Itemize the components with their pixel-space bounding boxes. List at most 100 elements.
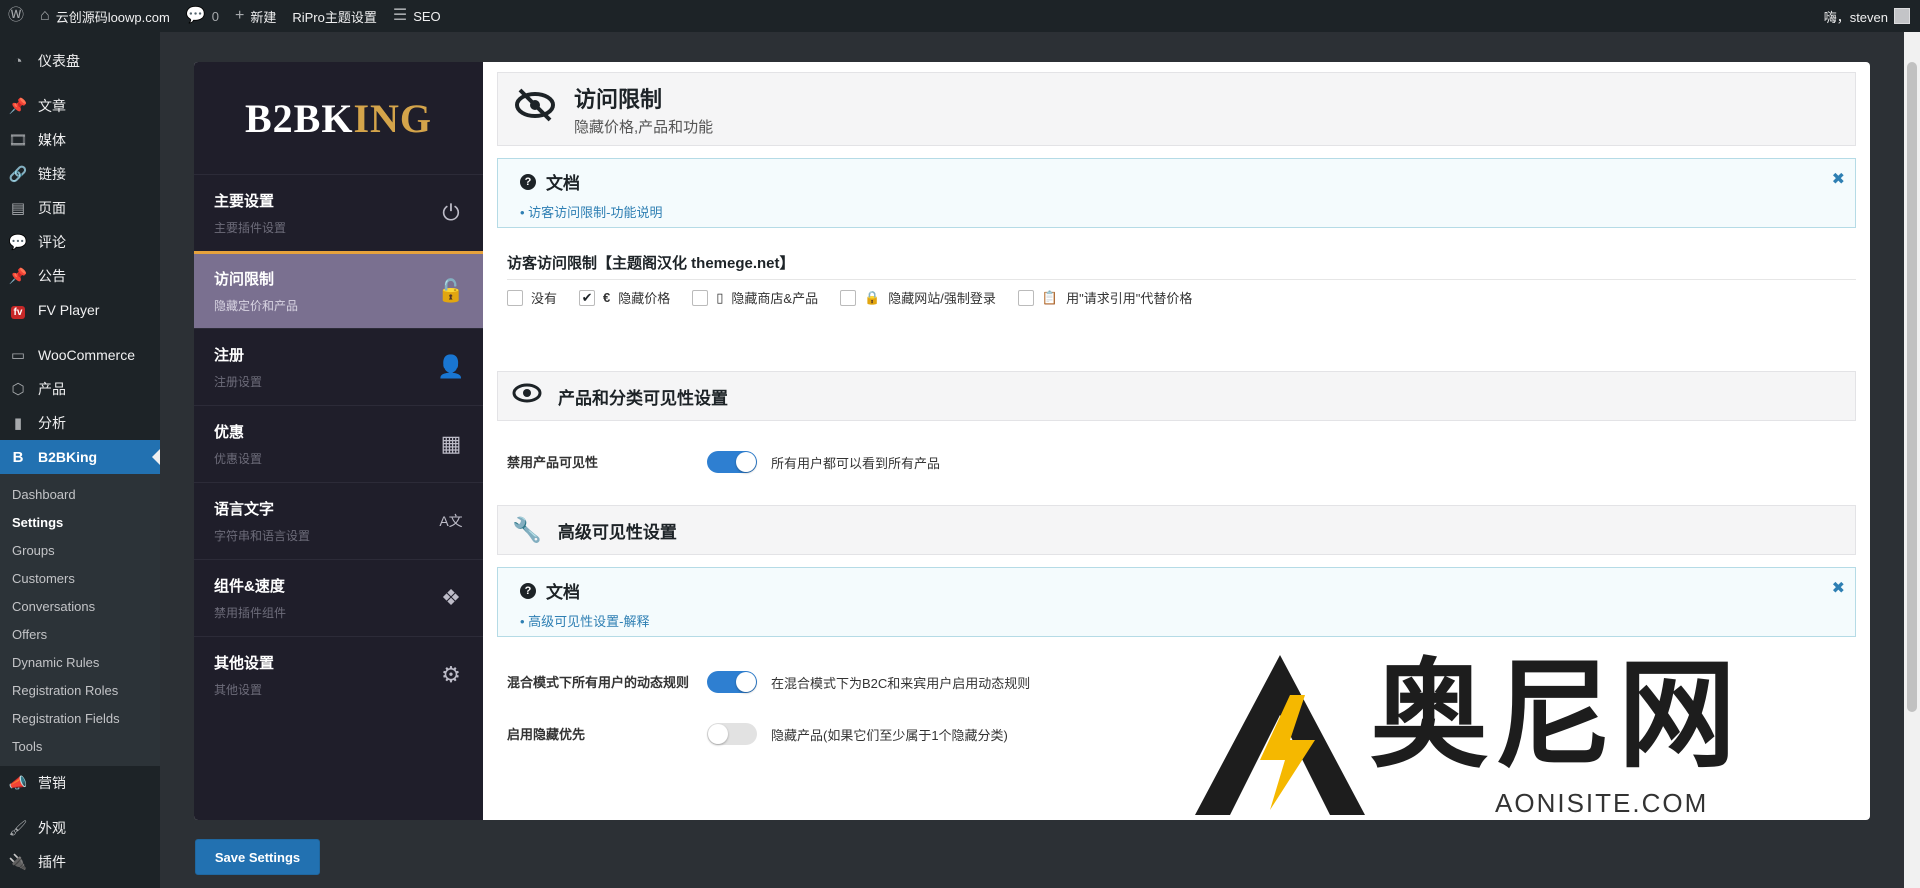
menu-plugins[interactable]: 🔌 插件 [0, 845, 160, 879]
menu-marketing[interactable]: 📣 营销 [0, 766, 160, 800]
submenu-groups[interactable]: Groups [0, 536, 160, 564]
menu-posts[interactable]: 📌 文章 [0, 89, 160, 123]
nav-title: 访问限制 [214, 271, 275, 288]
option-hide-shop[interactable]: ▯ 隐藏商店&产品 [692, 288, 818, 307]
checkbox[interactable]: ✔ [579, 289, 596, 306]
nav-offers[interactable]: 优惠 优惠设置 ▦ [194, 405, 483, 482]
menu-b2bking[interactable]: B B2BKing [0, 440, 160, 474]
nav-subtitle: 字符串和语言设置 [214, 529, 311, 543]
cubes-icon: ❖ [441, 585, 461, 610]
submenu-customers[interactable]: Customers [0, 564, 160, 592]
menu-comments[interactable]: 💬 评论 [0, 225, 160, 259]
user-plus-icon: 👤 [437, 354, 465, 379]
submenu-registration-fields[interactable]: Registration Fields [0, 704, 160, 732]
ripro-settings-link[interactable]: RiPro主题设置 [284, 0, 385, 32]
nav-main-settings[interactable]: 主要设置 主要插件设置 ⏻ [194, 174, 483, 251]
doc-link[interactable]: • 高级可见性设置-解释 [520, 611, 1833, 630]
menu-products[interactable]: ⬡ 产品 [0, 372, 160, 406]
submenu-offers[interactable]: Offers [0, 620, 160, 648]
hybrid-dynamic-rules-row: 混合模式下所有用户的动态规则 在混合模式下为B2C和来宾用户启用动态规则 [497, 671, 1856, 693]
link-icon: 🔗 [8, 166, 28, 183]
checkbox[interactable] [507, 289, 523, 306]
b2bking-submenu: Dashboard Settings Groups Customers Conv… [0, 474, 160, 766]
euro-icon: € [603, 290, 611, 305]
doc-title: 文档 [546, 583, 580, 602]
doc-link[interactable]: • 访客访问限制-功能说明 [520, 202, 1833, 221]
product-icon: ⬡ [11, 381, 25, 398]
close-icon[interactable]: ✖ [1832, 578, 1845, 598]
nav-subtitle: 隐藏定价和产品 [214, 299, 299, 313]
new-content-link[interactable]: + 新建 [227, 0, 284, 32]
option-label: 禁用产品可见性 [507, 454, 599, 470]
b2bking-sidebar: B2BK ING 主要设置 主要插件设置 ⏻ 访问限制 隐藏定价和产品 🔓 注册 注册设… [194, 62, 483, 820]
box-icon: ▦ [440, 431, 462, 456]
hybrid-dynamic-rules-toggle[interactable] [707, 671, 757, 693]
menu-label: 媒体 [38, 132, 66, 148]
option-none[interactable]: 没有 [507, 288, 557, 307]
menu-label: 页面 [38, 200, 66, 216]
user-account-menu[interactable]: 嗨，steven [1816, 0, 1920, 32]
wrench-icon: 🔧 [512, 516, 542, 544]
settings-content: 访问限制 隐藏价格,产品和功能 ? 文档 • 访客访问限制-功能说明 ✖ 访客访问… [483, 62, 1870, 820]
option-description: 隐藏产品(如果它们至少属于1个隐藏分类) [771, 727, 1008, 743]
seo-link[interactable]: ☰ SEO [385, 0, 449, 32]
section-title: 产品和分类可见性设置 [558, 388, 728, 408]
checkbox[interactable] [1017, 289, 1034, 306]
gear-icon: ⚙ [441, 662, 461, 687]
menu-label: 外观 [38, 820, 66, 836]
page-icon: ▤ [10, 200, 26, 217]
menu-woocommerce[interactable]: ▭ WooCommerce [0, 338, 160, 372]
documentation-box-2: ? 文档 • 高级可见性设置-解释 ✖ [497, 567, 1856, 637]
submenu-dashboard[interactable]: Dashboard [0, 480, 160, 508]
nav-title: 主要设置 [214, 193, 275, 210]
menu-dashboard[interactable]: ◔ 仪表盘 [0, 44, 160, 78]
section-title: 高级可见性设置 [557, 522, 677, 542]
site-name: 云创源码loowp.com [55, 9, 170, 25]
option-label: 混合模式下所有用户的动态规则 [507, 674, 690, 690]
new-label: 新建 [250, 9, 277, 25]
nav-subtitle: 注册设置 [214, 375, 263, 389]
logo-main: B2BK [244, 95, 354, 141]
nav-components[interactable]: 组件&速度 禁用插件组件 ❖ [194, 559, 483, 636]
save-settings-button[interactable]: Save Settings [195, 839, 320, 875]
nav-access-restriction[interactable]: 访问限制 隐藏定价和产品 🔓 [194, 251, 483, 328]
menu-label: WooCommerce [38, 347, 135, 363]
checkbox[interactable] [692, 289, 709, 306]
close-icon[interactable]: ✖ [1832, 169, 1845, 189]
disable-visibility-toggle[interactable] [707, 451, 757, 473]
scrollbar-thumb[interactable] [1907, 62, 1917, 712]
submenu-registration-roles[interactable]: Registration Roles [0, 676, 160, 704]
menu-pages[interactable]: ▤ 页面 [0, 191, 160, 225]
eye-icon [512, 382, 542, 410]
woo-icon: ▭ [10, 347, 26, 364]
submenu-dynamic-rules[interactable]: Dynamic Rules [0, 648, 160, 676]
submenu-conversations[interactable]: Conversations [0, 592, 160, 620]
nav-other-settings[interactable]: 其他设置 其他设置 ⚙ [194, 636, 483, 713]
menu-label: 链接 [38, 166, 66, 182]
option-hide-prices[interactable]: ✔ € 隐藏价格 [579, 288, 670, 307]
menu-links[interactable]: 🔗 链接 [0, 157, 160, 191]
b2bking-logo: B2BK ING [194, 62, 483, 174]
nav-registration[interactable]: 注册 注册设置 👤 [194, 328, 483, 405]
hidden-priority-toggle[interactable] [707, 723, 757, 745]
page-scrollbar[interactable] [1904, 32, 1920, 888]
site-name-link[interactable]: ⌂ 云创源码loowp.com [32, 0, 178, 32]
question-icon: ? [520, 582, 536, 599]
nav-language[interactable]: 语言文字 字符串和语言设置 A文 [194, 482, 483, 559]
submenu-settings[interactable]: Settings [0, 508, 160, 536]
option-hide-website[interactable]: 🔒 隐藏网站/强制登录 [840, 288, 996, 307]
submenu-tools[interactable]: Tools [0, 732, 160, 760]
menu-analytics[interactable]: ▮ 分析 [0, 406, 160, 440]
menu-notices[interactable]: 📌 公告 [0, 259, 160, 293]
option-request-quote[interactable]: 📋 用"请求引用"代替价格 [1017, 288, 1192, 307]
wordpress-logo[interactable]: Ⓦ [0, 0, 32, 32]
comments-link[interactable]: 💬 0 [178, 0, 227, 32]
menu-media[interactable]: 🎞 媒体 [0, 123, 160, 157]
menu-fv-player[interactable]: fv FV Player [0, 293, 160, 327]
visibility-section-header: 产品和分类可见性设置 [497, 371, 1856, 421]
doc-link-text: 高级可见性设置-解释 [528, 614, 650, 629]
checkbox[interactable] [840, 289, 857, 306]
option-label: 启用隐藏优先 [507, 726, 586, 742]
menu-appearance[interactable]: 🖌 外观 [0, 811, 160, 845]
nav-subtitle: 其他设置 [214, 683, 263, 697]
